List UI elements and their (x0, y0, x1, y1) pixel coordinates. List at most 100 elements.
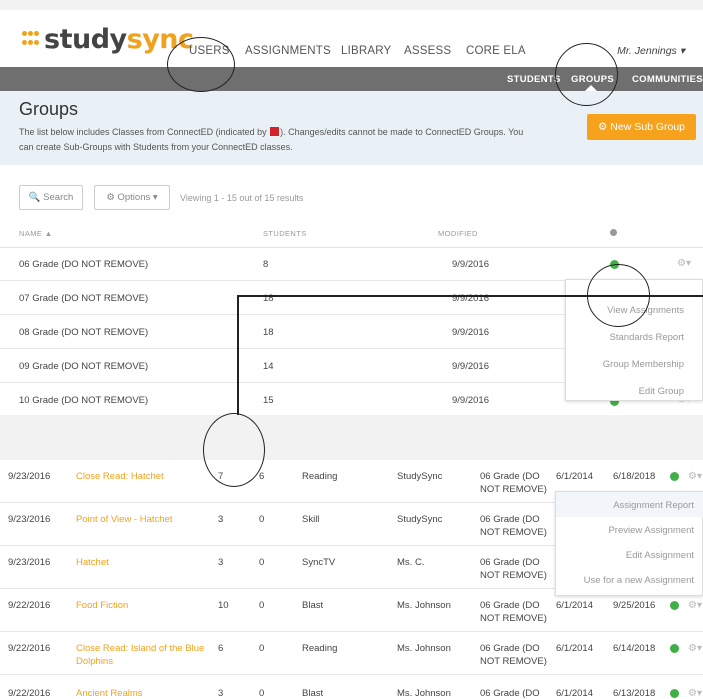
assignment-end-date: 6/18/2018 (613, 471, 656, 482)
assignment-count-1: 3 (218, 514, 224, 525)
assignment-end-date: 6/14/2018 (613, 643, 656, 654)
assignment-date: 9/22/2016 (8, 643, 51, 654)
assignment-author: StudySync (397, 471, 443, 482)
assignment-count-1: 3 (218, 688, 224, 699)
subnav-communities[interactable]: COMMUNITIES (632, 74, 703, 85)
menu-item-preview-assignment[interactable]: Preview Assignment (608, 525, 694, 536)
annotation-circle-counts (203, 413, 265, 487)
gear-menu-icon[interactable]: ⚙▾ (688, 642, 702, 655)
group-modified: 9/9/2016 (452, 395, 489, 406)
assignment-group: 06 Grade (DO NOT REMOVE) (480, 643, 547, 667)
user-menu[interactable]: Mr. Jennings ▾ (617, 45, 685, 57)
nav-assess[interactable]: ASSESS (404, 45, 451, 57)
annotation-circle-users (167, 37, 235, 92)
assignment-count-2: 0 (259, 643, 265, 654)
menu-item-use-for-new-assignment[interactable]: Use for a new Assignment (584, 575, 694, 586)
page-description: The list below includes Classes from Con… (19, 127, 524, 152)
assignment-count-2: 0 (259, 557, 265, 568)
assignment-type: Blast (302, 600, 324, 611)
assignment-group: 06 Grade (DO NOT REMOVE) (480, 557, 547, 581)
assignment-start-date: 6/1/2014 (556, 643, 593, 654)
group-name[interactable]: 06 Grade (DO NOT REMOVE) (19, 259, 148, 270)
assignment-type: Reading (302, 471, 338, 482)
group-name[interactable]: 07 Grade (DO NOT REMOVE) (19, 293, 148, 304)
assignment-end-date: 9/25/2016 (613, 600, 656, 611)
nav-core-ela[interactable]: CORE ELA (466, 45, 526, 57)
options-dropdown-button[interactable]: ⚙ Options ▾ (94, 185, 170, 210)
gear-menu-icon[interactable]: ⚙▾ (677, 258, 691, 269)
group-students: 14 (263, 361, 274, 372)
assignment-type: Reading (302, 643, 338, 654)
assignment-actions-dropdown: Assignment Report Preview Assignment Edi… (555, 491, 703, 596)
menu-item-standards-report[interactable]: Standards Report (610, 332, 684, 343)
group-modified: 9/9/2016 (452, 259, 489, 270)
new-sub-group-button[interactable]: ⚙ New Sub Group (587, 114, 696, 140)
group-modified: 9/9/2016 (452, 361, 489, 372)
column-header-students[interactable]: STUDENTS (263, 229, 307, 238)
assignment-count-1: 3 (218, 557, 224, 568)
annotation-connector-line (237, 295, 703, 297)
assignment-type: Blast (302, 688, 324, 699)
assignment-title[interactable]: Ancient Realms (76, 687, 206, 699)
menu-item-edit-assignment[interactable]: Edit Assignment (626, 550, 694, 561)
nav-library[interactable]: LIBRARY (341, 45, 391, 57)
assignment-group: 06 Grade (DO NOT REMOVE) (480, 600, 547, 624)
assignment-count-2: 0 (259, 600, 265, 611)
assignment-date: 9/23/2016 (8, 471, 51, 482)
assignment-group: 06 Grade (DO (480, 688, 540, 699)
annotation-circle-groups (555, 43, 618, 106)
subnav-students[interactable]: STUDENTS (507, 74, 561, 85)
assignment-type: SyncTV (302, 557, 336, 568)
assignment-author: Ms. Johnson (397, 688, 451, 699)
check-icon (610, 229, 617, 236)
page-title: Groups (19, 99, 79, 119)
column-header-modified[interactable]: MODIFIED (438, 229, 478, 238)
nav-assignments[interactable]: ASSIGNMENTS (245, 45, 331, 57)
group-students: 15 (263, 395, 274, 406)
column-header-name[interactable]: NAME ▲ (19, 229, 53, 238)
assignment-group: 06 Grade (DO NOT REMOVE) (480, 471, 547, 495)
group-modified: 9/9/2016 (452, 327, 489, 338)
assignment-date: 9/22/2016 (8, 688, 51, 699)
search-button[interactable]: 🔍 Search (19, 185, 83, 210)
assignment-start-date: 6/1/2014 (556, 471, 593, 482)
status-check-icon (670, 644, 679, 653)
gear-menu-icon[interactable]: ⚙▾ (688, 687, 702, 699)
column-header-status (610, 229, 617, 238)
assignment-author: Ms. Johnson (397, 600, 451, 611)
status-check-icon (670, 689, 679, 698)
table-row[interactable]: 9/22/2016 Ancient Realms 3 0 Blast Ms. J… (0, 675, 703, 699)
annotation-connector-line (237, 295, 239, 415)
assignment-title[interactable]: Point of View - Hatchet (76, 513, 206, 526)
group-name[interactable]: 08 Grade (DO NOT REMOVE) (19, 327, 148, 338)
studysync-logo[interactable]: studysync (22, 24, 194, 55)
assignment-end-date: 6/13/2018 (613, 688, 656, 699)
assignment-count-1: 6 (218, 643, 224, 654)
assignment-date: 9/23/2016 (8, 514, 51, 525)
group-name[interactable]: 09 Grade (DO NOT REMOVE) (19, 361, 148, 372)
table-toolbar: 🔍 Search ⚙ Options ▾ Viewing 1 - 15 out … (0, 165, 703, 220)
assignment-count-2: 0 (259, 688, 265, 699)
menu-item-assignment-report[interactable]: Assignment Report (613, 500, 694, 511)
assignment-start-date: 6/1/2014 (556, 688, 593, 699)
logo-dots-icon (22, 31, 40, 47)
gear-menu-icon[interactable]: ⚙▾ (688, 470, 702, 483)
menu-item-edit-group[interactable]: Edit Group (639, 386, 684, 397)
assignment-title[interactable]: Hatchet (76, 556, 206, 569)
assignment-title[interactable]: Close Read: Island of the Blue Dolphins (76, 642, 206, 668)
group-students: 8 (263, 259, 269, 270)
group-name[interactable]: 10 Grade (DO NOT REMOVE) (19, 395, 148, 406)
table-row[interactable]: 9/22/2016 Close Read: Island of the Blue… (0, 632, 703, 675)
assignment-count-1: 10 (218, 600, 229, 611)
status-check-icon (670, 601, 679, 610)
connected-icon (270, 127, 280, 136)
menu-item-group-membership[interactable]: Group Membership (603, 359, 684, 370)
assignment-type: Skill (302, 514, 320, 525)
assignment-date: 9/23/2016 (8, 557, 51, 568)
assignment-author: Ms. C. (397, 557, 425, 568)
assignment-title[interactable]: Food Fiction (76, 599, 206, 612)
assignment-author: Ms. Johnson (397, 643, 451, 654)
gear-menu-icon[interactable]: ⚙▾ (688, 599, 702, 612)
status-check-icon (670, 472, 679, 481)
assignment-title[interactable]: Close Read: Hatchet (76, 470, 206, 483)
